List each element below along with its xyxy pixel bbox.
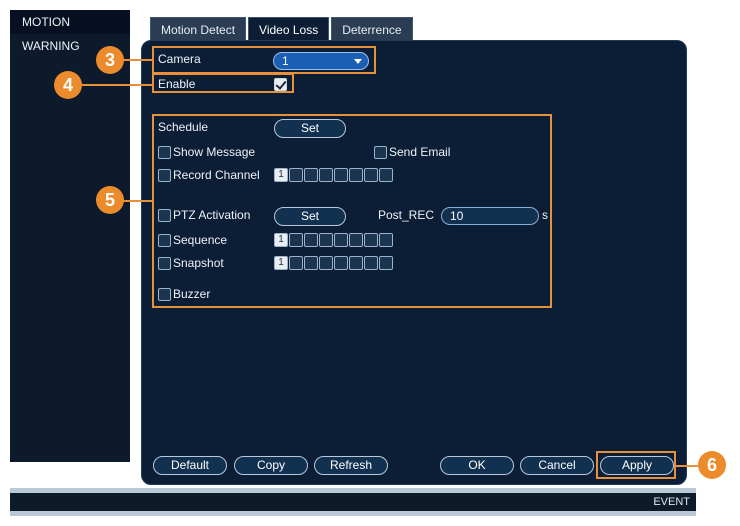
cancel-button[interactable]: Cancel — [520, 456, 594, 475]
camera-label: Camera — [158, 52, 201, 66]
chevron-down-icon — [354, 59, 362, 64]
channel-box[interactable] — [379, 233, 393, 247]
callout-line — [676, 465, 698, 467]
channel-box[interactable] — [319, 168, 333, 182]
ptz-activation-label: PTZ Activation — [173, 208, 251, 222]
record-channel-selector: 1 — [274, 168, 393, 182]
tab-bar: Motion Detect Video Loss Deterrence — [150, 17, 415, 41]
schedule-set-button[interactable]: Set — [274, 119, 346, 138]
schedule-label: Schedule — [158, 120, 209, 134]
refresh-button[interactable]: Refresh — [314, 456, 388, 475]
channel-box[interactable] — [364, 256, 378, 270]
tab-deterrence[interactable]: Deterrence — [331, 17, 413, 41]
callout-line — [120, 59, 152, 61]
sequence-label: Sequence — [173, 233, 228, 247]
enable-label: Enable — [158, 77, 196, 91]
callout-line — [120, 200, 152, 202]
default-button[interactable]: Default — [153, 456, 227, 475]
ptz-set-button[interactable]: Set — [274, 207, 346, 226]
channel-box[interactable] — [334, 168, 348, 182]
snapshot-label: Snapshot — [173, 256, 224, 270]
show-message-checkbox[interactable] — [158, 146, 171, 159]
channel-box[interactable] — [304, 256, 318, 270]
footer-event-label: EVENT — [653, 496, 690, 508]
channel-box[interactable] — [379, 256, 393, 270]
record-channel-checkbox[interactable] — [158, 169, 171, 182]
channel-box[interactable] — [304, 233, 318, 247]
channel-box[interactable] — [319, 233, 333, 247]
sequence-channel-selector: 1 — [274, 233, 393, 247]
channel-box[interactable]: 1 — [274, 233, 288, 247]
apply-button[interactable]: Apply — [600, 456, 674, 475]
tab-video-loss[interactable]: Video Loss — [248, 17, 330, 41]
show-message-label: Show Message — [173, 145, 256, 159]
channel-box[interactable] — [364, 168, 378, 182]
snapshot-checkbox[interactable] — [158, 257, 171, 270]
buzzer-label: Buzzer — [173, 287, 211, 301]
channel-box[interactable]: 1 — [274, 168, 288, 182]
status-bar: EVENT — [10, 488, 696, 516]
channel-box[interactable] — [379, 168, 393, 182]
record-channel-label: Record Channel — [173, 168, 260, 182]
callout-badge-4: 4 — [54, 71, 82, 99]
channel-box[interactable] — [349, 168, 363, 182]
channel-box[interactable] — [289, 233, 303, 247]
sidebar-item-motion[interactable]: MOTION — [10, 10, 130, 34]
camera-select-value: 1 — [282, 54, 289, 68]
send-email-label: Send Email — [389, 145, 451, 159]
copy-button[interactable]: Copy — [234, 456, 308, 475]
callout-badge-6: 6 — [698, 451, 726, 479]
channel-box[interactable] — [304, 168, 318, 182]
channel-box[interactable] — [334, 256, 348, 270]
ok-button[interactable]: OK — [440, 456, 514, 475]
channel-box[interactable] — [289, 256, 303, 270]
channel-box[interactable] — [289, 168, 303, 182]
callout-line — [78, 84, 152, 86]
buzzer-checkbox[interactable] — [158, 288, 171, 301]
send-email-checkbox[interactable] — [374, 146, 387, 159]
camera-select[interactable]: 1 — [273, 52, 369, 70]
callout-badge-5: 5 — [96, 186, 124, 214]
post-rec-unit: s — [542, 208, 548, 222]
channel-box[interactable]: 1 — [274, 256, 288, 270]
channel-box[interactable] — [349, 256, 363, 270]
channel-box[interactable] — [349, 233, 363, 247]
callout-badge-3: 3 — [96, 46, 124, 74]
channel-box[interactable] — [319, 256, 333, 270]
post-rec-input[interactable]: 10 — [441, 207, 539, 225]
tab-motion-detect[interactable]: Motion Detect — [150, 17, 247, 41]
enable-checkbox[interactable] — [274, 78, 287, 91]
snapshot-channel-selector: 1 — [274, 256, 393, 270]
sequence-checkbox[interactable] — [158, 234, 171, 247]
channel-box[interactable] — [334, 233, 348, 247]
ptz-activation-checkbox[interactable] — [158, 209, 171, 222]
post-rec-label: Post_REC — [378, 208, 435, 222]
channel-box[interactable] — [364, 233, 378, 247]
